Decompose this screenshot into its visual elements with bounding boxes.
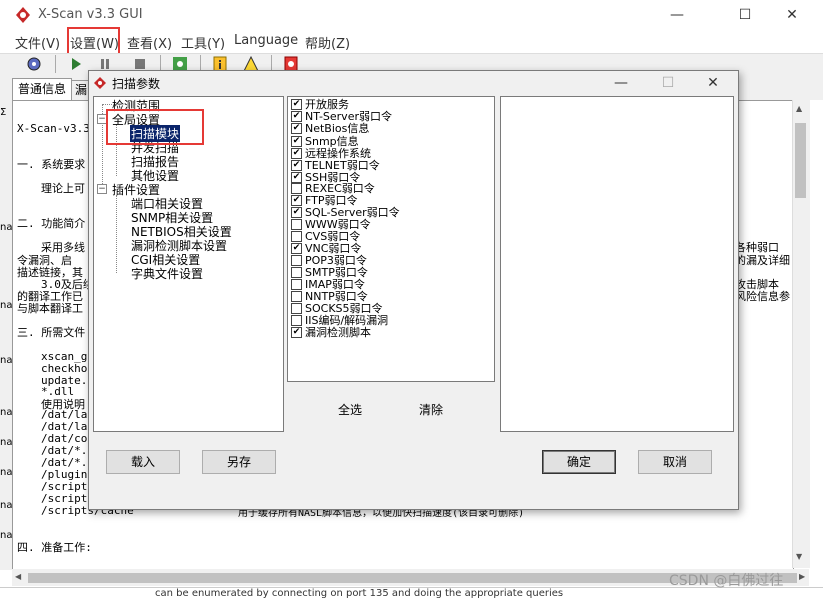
xscan-app-icon [14, 6, 32, 24]
toolbar-separator [55, 55, 56, 73]
clear-button[interactable]: 清除 [419, 401, 443, 418]
close-button[interactable]: ✕ [769, 0, 815, 30]
doc-line: X-Scan-v3.3 [17, 122, 90, 135]
settings-menu-highlight-box [67, 27, 120, 56]
menu-view[interactable]: 查看(X) [127, 33, 172, 52]
scroll-down-arrow-icon[interactable]: ▼ [796, 552, 802, 561]
start-icon[interactable] [68, 56, 84, 72]
tree-item-dictionary-settings[interactable]: 字典文件设置 [131, 265, 203, 282]
checkbox-icon[interactable]: ✔ [291, 194, 302, 206]
module-checkbox[interactable]: ✔ 漏洞检测脚本 [291, 326, 371, 339]
doc-line: 四. 准备工作: [17, 541, 92, 554]
left-clipped-text: na [0, 300, 13, 311]
doc-line: 二. 功能简介 [17, 217, 86, 230]
target-icon[interactable] [26, 56, 42, 72]
select-all-button[interactable]: 全选 [338, 401, 362, 418]
checkbox-icon[interactable]: ✔ [291, 159, 302, 171]
menu-help[interactable]: 帮助(Z) [305, 33, 350, 52]
tab-general-info[interactable]: 普通信息 [12, 78, 72, 100]
scan-modules-highlight-box [106, 109, 204, 145]
tree-connector [102, 104, 112, 105]
window-title: X-Scan v3.3 GUI [38, 7, 143, 22]
doc-line-fragment: 风险信息参 [735, 290, 790, 303]
checkbox-icon[interactable]: ✔ [291, 98, 302, 110]
doc-line-fragment: 的漏及详细 [735, 254, 790, 267]
checkbox-icon[interactable]: ✔ [291, 171, 302, 183]
checkbox-icon[interactable] [291, 182, 302, 194]
checkbox-icon[interactable] [291, 290, 302, 302]
checkbox-icon[interactable] [291, 314, 302, 326]
maximize-button[interactable]: ☐ [722, 0, 768, 30]
menu-file[interactable]: 文件(V) [15, 33, 60, 52]
left-clipped-text: na [0, 530, 13, 541]
left-clipped-text: na [0, 407, 13, 418]
menu-bar [0, 30, 823, 52]
checkbox-icon[interactable] [291, 254, 302, 266]
checkbox-icon[interactable] [291, 218, 302, 230]
checkbox-icon[interactable] [291, 302, 302, 314]
checkbox-icon[interactable]: ✔ [291, 135, 302, 147]
left-clipped-text: na [0, 355, 13, 366]
cancel-button[interactable]: 取消 [638, 450, 712, 474]
module-detail-pane [500, 96, 734, 432]
checkbox-icon[interactable] [291, 266, 302, 278]
ok-button[interactable]: 确定 [542, 450, 616, 474]
menu-tools[interactable]: 工具(Y) [181, 33, 225, 52]
load-button[interactable]: 载入 [106, 450, 180, 474]
checkbox-icon[interactable]: ✔ [291, 110, 302, 122]
dialog-maximize-button[interactable]: ☐ [645, 70, 691, 96]
dialog-minimize-button[interactable]: — [598, 70, 644, 96]
left-clipped-text: na [0, 222, 13, 233]
checkbox-icon[interactable]: ✔ [291, 242, 302, 254]
checkbox-icon[interactable]: ✔ [291, 147, 302, 159]
save-as-button[interactable]: 另存 [202, 450, 276, 474]
vertical-scroll-thumb[interactable] [795, 123, 806, 198]
scroll-left-arrow-icon[interactable]: ◀ [15, 572, 21, 581]
csdn-watermark: CSDN @白佛过往 [669, 573, 784, 589]
doc-line: 一. 系统要求 [17, 158, 86, 171]
scroll-right-arrow-icon[interactable]: ▶ [799, 572, 805, 581]
collapse-toggle-icon[interactable]: − [97, 184, 107, 194]
checkbox-icon[interactable]: ✔ [291, 206, 302, 218]
status-text: can be enumerated by connecting on port … [155, 588, 564, 599]
left-clipped-text: Σ [0, 107, 7, 118]
minimize-button[interactable]: — [654, 0, 700, 30]
menu-language[interactable]: Language [234, 33, 298, 48]
checkbox-icon[interactable]: ✔ [291, 326, 302, 338]
scroll-up-arrow-icon[interactable]: ▲ [796, 104, 802, 113]
module-checkbox[interactable]: ✔ NetBios信息 [291, 122, 369, 135]
dialog-title: 扫描参数 [112, 77, 161, 91]
dialog-close-button[interactable]: ✕ [690, 70, 736, 96]
doc-line: 与脚本翻译工 [17, 302, 83, 315]
dialog-app-icon [93, 76, 107, 90]
tree-connector [116, 195, 117, 273]
checkbox-icon[interactable] [291, 230, 302, 242]
checkbox-icon[interactable]: ✔ [291, 122, 302, 134]
checkbox-icon[interactable] [291, 278, 302, 290]
doc-line: 理论上可 [41, 182, 85, 195]
left-clipped-text: na [0, 467, 13, 478]
left-clipped-text: na [0, 437, 13, 448]
doc-line: 三. 所需文件 [17, 326, 86, 339]
left-clipped-text: na [0, 500, 13, 511]
